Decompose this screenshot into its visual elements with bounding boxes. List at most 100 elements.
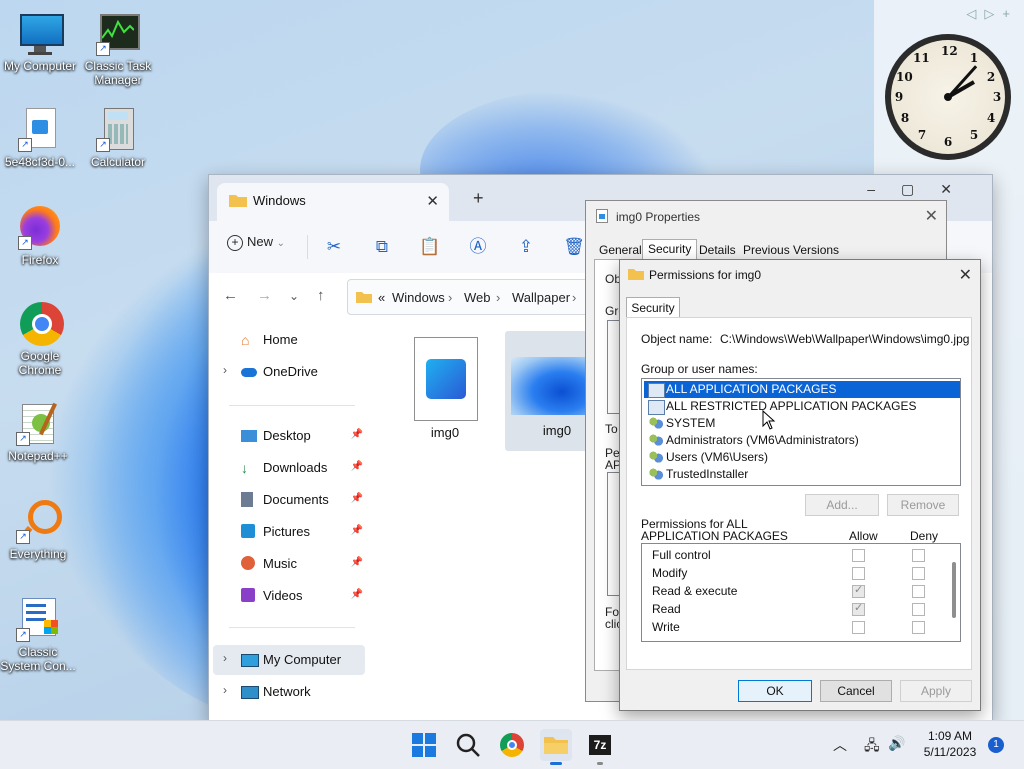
- folder-icon: [544, 737, 568, 754]
- nav-item-onedrive[interactable]: › OneDrive: [223, 357, 367, 387]
- file-item-img0[interactable]: img0: [397, 333, 493, 453]
- network-icon[interactable]: 🖧: [864, 735, 880, 759]
- groups-label: Group or user names:: [641, 362, 758, 376]
- ok-button[interactable]: OK: [738, 680, 812, 702]
- plus-icon: +: [227, 235, 243, 251]
- desktop-icon-firefox[interactable]: ↗ Firefox: [2, 206, 78, 267]
- start-button[interactable]: [408, 729, 440, 761]
- new-button[interactable]: + New ⌄: [227, 234, 285, 251]
- desktop-icon: [241, 428, 257, 444]
- monitor-icon: [241, 652, 259, 668]
- remove-button[interactable]: Remove: [887, 494, 959, 516]
- scrollbar[interactable]: [952, 562, 956, 618]
- deny-checkbox[interactable]: [912, 567, 925, 580]
- desktop-icon-everything[interactable]: ↗ Everything: [0, 500, 76, 561]
- taskbar-chrome[interactable]: [496, 729, 528, 761]
- taskbar-file-explorer[interactable]: [540, 729, 572, 765]
- new-tab-button[interactable]: +: [473, 188, 484, 209]
- share-icon[interactable]: ⇪: [514, 235, 538, 259]
- permissions-for-label: APPLICATION PACKAGES: [641, 529, 788, 543]
- apply-button[interactable]: Apply: [900, 680, 972, 702]
- deny-checkbox[interactable]: [912, 603, 925, 616]
- nav-item-my-computer[interactable]: › My Computer: [213, 645, 365, 675]
- chevron-down-icon: ⌄: [276, 238, 286, 249]
- group-item-users[interactable]: Users (VM6\Users): [644, 449, 960, 466]
- delete-icon[interactable]: 🗑: [562, 235, 586, 259]
- desktop-icon-image-file[interactable]: ↗ 5e48cf3d-0...: [2, 108, 78, 169]
- desktop-icon-notepadpp[interactable]: ↗ Notepad++: [0, 402, 76, 463]
- rename-icon[interactable]: Ⓐ: [466, 235, 490, 259]
- taskbar-7zip[interactable]: 7z: [584, 729, 616, 765]
- cut-icon[interactable]: ✂: [322, 235, 346, 259]
- breadcrumb-web[interactable]: Web: [464, 290, 491, 305]
- nav-item-music[interactable]: Music 📌: [223, 549, 367, 579]
- nav-item-pictures[interactable]: Pictures 📌: [223, 517, 367, 547]
- chevron-right-icon: ›: [223, 363, 227, 377]
- add-button[interactable]: Add...: [805, 494, 879, 516]
- volume-icon[interactable]: 🔊: [888, 735, 905, 752]
- up-icon[interactable]: ↑: [317, 287, 325, 304]
- nav-item-documents[interactable]: Documents 📌: [223, 485, 367, 515]
- group-list[interactable]: ALL APPLICATION PACKAGES ALL RESTRICTED …: [641, 378, 961, 486]
- nav-item-downloads[interactable]: ↓ Downloads 📌: [223, 453, 367, 483]
- group-item-system[interactable]: SYSTEM: [644, 415, 960, 432]
- desktop-icon-calculator[interactable]: ↗ Calculator: [80, 108, 156, 169]
- desktop-icon-label: Everything: [9, 547, 67, 561]
- window-controls[interactable]: –▢✕: [867, 181, 978, 198]
- nav-item-network[interactable]: › Network: [223, 677, 367, 707]
- tab-windows[interactable]: Windows ✕: [217, 183, 449, 221]
- cancel-button[interactable]: Cancel: [820, 680, 892, 702]
- allow-checkbox[interactable]: [852, 583, 865, 598]
- group-item-all-restricted-packages[interactable]: ALL RESTRICTED APPLICATION PACKAGES: [644, 398, 960, 415]
- tab-security[interactable]: Security: [626, 297, 680, 318]
- pin-icon: 📌: [350, 525, 363, 536]
- allow-checkbox[interactable]: [852, 621, 865, 634]
- tab-general[interactable]: General: [594, 241, 647, 259]
- gadget-toolbar[interactable]: ◁▷+: [966, 6, 1018, 22]
- desktop-icon-my-computer[interactable]: My Computer: [2, 12, 78, 73]
- dialog-title: Permissions for img0: [649, 268, 762, 282]
- deny-checkbox[interactable]: [912, 549, 925, 562]
- recent-chevron-icon[interactable]: ⌄: [289, 289, 299, 303]
- forward-icon[interactable]: →: [257, 287, 272, 304]
- breadcrumb-windows[interactable]: Windows: [392, 290, 445, 305]
- deny-checkbox[interactable]: [912, 621, 925, 634]
- nav-item-desktop[interactable]: Desktop 📌: [223, 421, 367, 451]
- nav-item-videos[interactable]: Videos 📌: [223, 581, 367, 611]
- group-name: Administrators (VM6\Administrators): [666, 433, 859, 447]
- tab-security[interactable]: Security: [642, 239, 698, 260]
- group-item-trustedinstaller[interactable]: TrustedInstaller: [644, 466, 960, 483]
- pin-icon: 📌: [350, 461, 363, 472]
- users-icon: [648, 417, 663, 430]
- close-tab-icon[interactable]: ✕: [426, 192, 439, 210]
- tab-details[interactable]: Details: [694, 241, 741, 259]
- allow-checkbox[interactable]: [852, 601, 865, 616]
- allow-checkbox[interactable]: [852, 567, 865, 580]
- group-item-administrators[interactable]: Administrators (VM6\Administrators): [644, 432, 960, 449]
- desktop-icon-task-manager[interactable]: ↗ Classic Task Manager: [80, 12, 156, 87]
- close-icon[interactable]: ✕: [925, 206, 938, 226]
- back-icon[interactable]: ←: [223, 287, 238, 304]
- permissions-dialog: Permissions for img0 ✕ Security Object n…: [619, 259, 981, 711]
- nav-item-home[interactable]: ⌂ Home: [223, 325, 367, 355]
- cloud-icon: [241, 364, 257, 380]
- copy-icon[interactable]: ⧉: [370, 235, 394, 259]
- taskbar-clock[interactable]: 1:09 AM 5/11/2023: [914, 728, 986, 760]
- desktop-icon-label: Notepad++: [8, 449, 68, 463]
- breadcrumb-wallpaper[interactable]: Wallpaper: [512, 290, 570, 305]
- close-icon[interactable]: ✕: [959, 265, 972, 285]
- nav-label: Music: [263, 556, 297, 571]
- paste-icon[interactable]: 📋: [418, 235, 442, 259]
- desktop-icon-system-config[interactable]: ↗ Classic System Con...: [0, 598, 76, 673]
- clock-gadget[interactable]: 12 1 2 3 4 5 6 7 8 9 10 11: [885, 34, 1011, 160]
- allow-checkbox[interactable]: [852, 549, 865, 562]
- chevron-up-icon[interactable]: ︿: [833, 735, 847, 755]
- clock-time: 1:09 AM: [927, 729, 973, 743]
- notification-badge[interactable]: 1: [988, 737, 1004, 753]
- search-button[interactable]: [452, 729, 484, 761]
- tab-previous-versions[interactable]: Previous Versions: [738, 241, 844, 259]
- group-item-all-application-packages[interactable]: ALL APPLICATION PACKAGES: [644, 381, 960, 398]
- deny-checkbox[interactable]: [912, 585, 925, 598]
- breadcrumb-overflow[interactable]: «: [378, 290, 385, 305]
- desktop-icon-chrome[interactable]: Google Chrome: [2, 302, 78, 377]
